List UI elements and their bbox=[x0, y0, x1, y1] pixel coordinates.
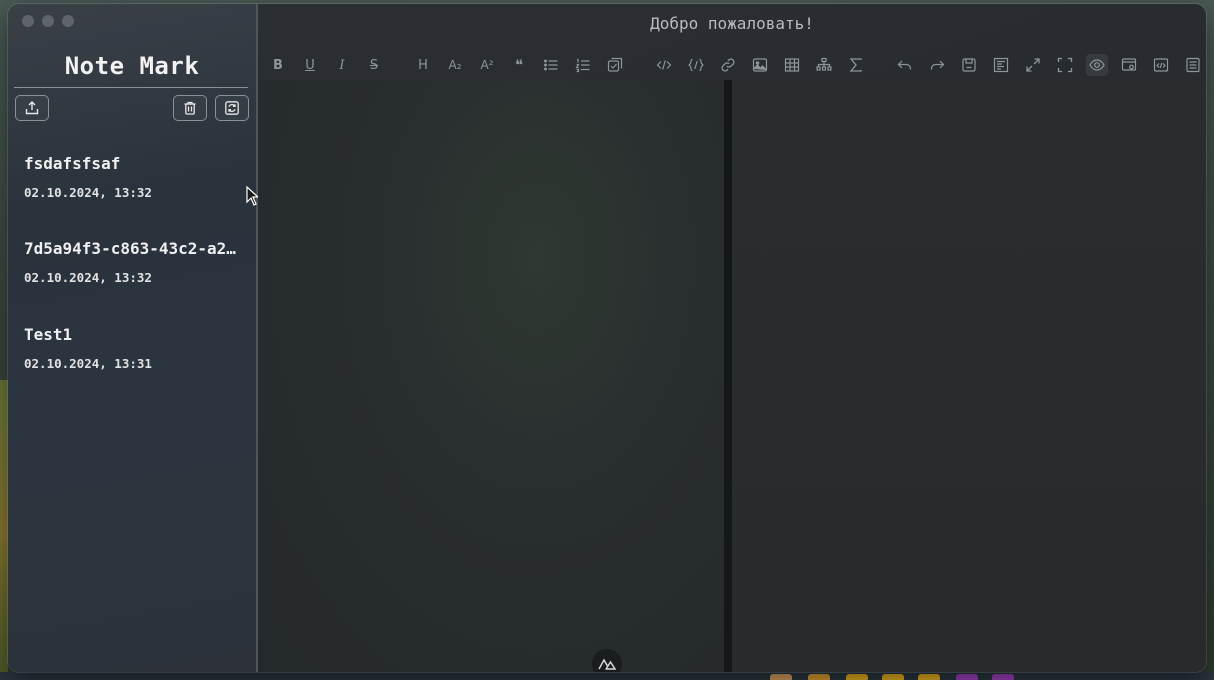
image-icon bbox=[752, 58, 768, 72]
note-date: 02.10.2024, 13:32 bbox=[24, 270, 152, 285]
note-date: 02.10.2024, 13:31 bbox=[24, 356, 152, 371]
save-button[interactable] bbox=[958, 54, 980, 76]
title-divider bbox=[14, 87, 248, 88]
preview-only-icon bbox=[1121, 58, 1137, 71]
subscript-icon: A₂ bbox=[448, 58, 462, 72]
mermaid-icon bbox=[816, 57, 832, 71]
unordered-list-icon bbox=[544, 59, 558, 71]
image-button[interactable] bbox=[749, 54, 771, 76]
window-zoom-button[interactable] bbox=[62, 15, 74, 27]
dock-app-icon[interactable] bbox=[918, 674, 940, 680]
expand-icon bbox=[1026, 58, 1040, 72]
mermaid-button[interactable] bbox=[813, 54, 835, 76]
underline-button[interactable]: U bbox=[299, 54, 321, 76]
dock-strip bbox=[0, 672, 1214, 680]
link-button[interactable] bbox=[717, 54, 739, 76]
catalog-button[interactable] bbox=[1182, 54, 1204, 76]
dock-app-icon[interactable] bbox=[956, 674, 978, 680]
preview-only-button[interactable] bbox=[1118, 54, 1140, 76]
superscript-button[interactable]: A² bbox=[476, 54, 498, 76]
note-date: 02.10.2024, 13:32 bbox=[24, 185, 152, 200]
sidebar: Note Mark fsdafsfsaf 02.10.2024, 13:32 7… bbox=[8, 4, 258, 672]
heading-icon: H bbox=[418, 57, 428, 73]
dock-app-icon[interactable] bbox=[882, 674, 904, 680]
delete-note-button[interactable] bbox=[173, 95, 207, 121]
main-panel: Добро пожаловать! B U I S H A₂ A² ❝ bbox=[258, 4, 1206, 672]
editor-toolbar: B U I S H A₂ A² ❝ bbox=[258, 48, 1206, 80]
underline-icon: U bbox=[305, 57, 315, 73]
trash-icon bbox=[184, 101, 196, 115]
italic-icon: I bbox=[339, 57, 345, 73]
upload-icon bbox=[25, 101, 39, 115]
dock-app-icon[interactable] bbox=[770, 674, 792, 680]
header-title: Добро пожаловать! bbox=[650, 14, 814, 33]
note-title: Test1 bbox=[24, 325, 73, 344]
catalog-icon bbox=[1186, 57, 1200, 73]
italic-button[interactable]: I bbox=[331, 54, 353, 76]
prettier-icon bbox=[993, 57, 1009, 73]
refresh-icon bbox=[225, 101, 239, 115]
strikethrough-icon: S bbox=[369, 57, 379, 73]
unordered-list-button[interactable] bbox=[540, 54, 562, 76]
link-icon bbox=[721, 58, 735, 72]
bold-icon: B bbox=[273, 57, 283, 73]
ordered-list-button[interactable] bbox=[572, 54, 594, 76]
dock-app-icon[interactable] bbox=[992, 674, 1014, 680]
preview-button[interactable] bbox=[1086, 54, 1108, 76]
note-list-item[interactable]: fsdafsfsaf 02.10.2024, 13:32 bbox=[24, 154, 244, 200]
undo-button[interactable] bbox=[894, 54, 916, 76]
refresh-button[interactable] bbox=[215, 95, 249, 121]
dock-app-icon[interactable] bbox=[846, 674, 868, 680]
window-close-button[interactable] bbox=[22, 15, 34, 27]
table-icon bbox=[784, 58, 800, 72]
sigma-icon bbox=[849, 58, 862, 72]
task-button[interactable] bbox=[604, 54, 626, 76]
code-block-icon bbox=[688, 58, 704, 72]
note-list-item[interactable]: 7d5a94f3-c863-43c2-a2… 02.10.2024, 13:32 bbox=[24, 239, 244, 285]
note-title: 7d5a94f3-c863-43c2-a2… bbox=[24, 239, 236, 258]
dock-app-icon[interactable] bbox=[808, 674, 830, 680]
fullscreen-button[interactable] bbox=[1054, 54, 1076, 76]
subscript-button[interactable]: A₂ bbox=[444, 54, 466, 76]
bold-button[interactable]: B bbox=[267, 54, 289, 76]
window-minimize-button[interactable] bbox=[42, 15, 54, 27]
quote-button[interactable]: ❝ bbox=[508, 54, 530, 76]
prettier-button[interactable] bbox=[990, 54, 1012, 76]
code-row-button[interactable] bbox=[653, 54, 675, 76]
undo-icon bbox=[897, 60, 912, 70]
save-icon bbox=[962, 58, 976, 72]
nuxt-devtools-button[interactable] bbox=[592, 649, 622, 672]
fullscreen-icon bbox=[1057, 57, 1073, 73]
note-list-item[interactable]: Test1 02.10.2024, 13:31 bbox=[24, 325, 244, 371]
page-fullscreen-button[interactable] bbox=[1022, 54, 1044, 76]
quote-icon: ❝ bbox=[514, 56, 524, 74]
redo-button[interactable] bbox=[926, 54, 948, 76]
table-button[interactable] bbox=[781, 54, 803, 76]
export-button[interactable] bbox=[15, 95, 49, 121]
superscript-icon: A² bbox=[480, 58, 494, 72]
html-preview-button[interactable] bbox=[1150, 54, 1172, 76]
editor-split-divider[interactable] bbox=[724, 80, 732, 672]
app-title: Note Mark bbox=[64, 52, 200, 80]
heading-button[interactable]: H bbox=[412, 54, 434, 76]
mouse-pointer-icon bbox=[246, 186, 258, 206]
task-icon bbox=[607, 57, 623, 72]
strikethrough-button[interactable]: S bbox=[363, 54, 385, 76]
code-row-icon bbox=[656, 60, 672, 70]
redo-icon bbox=[930, 60, 945, 70]
eye-icon bbox=[1089, 59, 1105, 71]
html-preview-icon bbox=[1153, 58, 1169, 72]
katex-button[interactable] bbox=[845, 54, 867, 76]
nuxt-icon bbox=[598, 658, 616, 670]
ordered-list-icon bbox=[575, 58, 590, 73]
note-title: fsdafsfsaf bbox=[24, 154, 121, 173]
app-window: Note Mark fsdafsfsaf 02.10.2024, 13:32 7… bbox=[8, 4, 1206, 672]
desktop-wallpaper-edge bbox=[0, 380, 8, 680]
code-block-button[interactable] bbox=[685, 54, 707, 76]
markdown-preview-area bbox=[732, 80, 1206, 672]
markdown-input-area[interactable] bbox=[258, 80, 724, 672]
